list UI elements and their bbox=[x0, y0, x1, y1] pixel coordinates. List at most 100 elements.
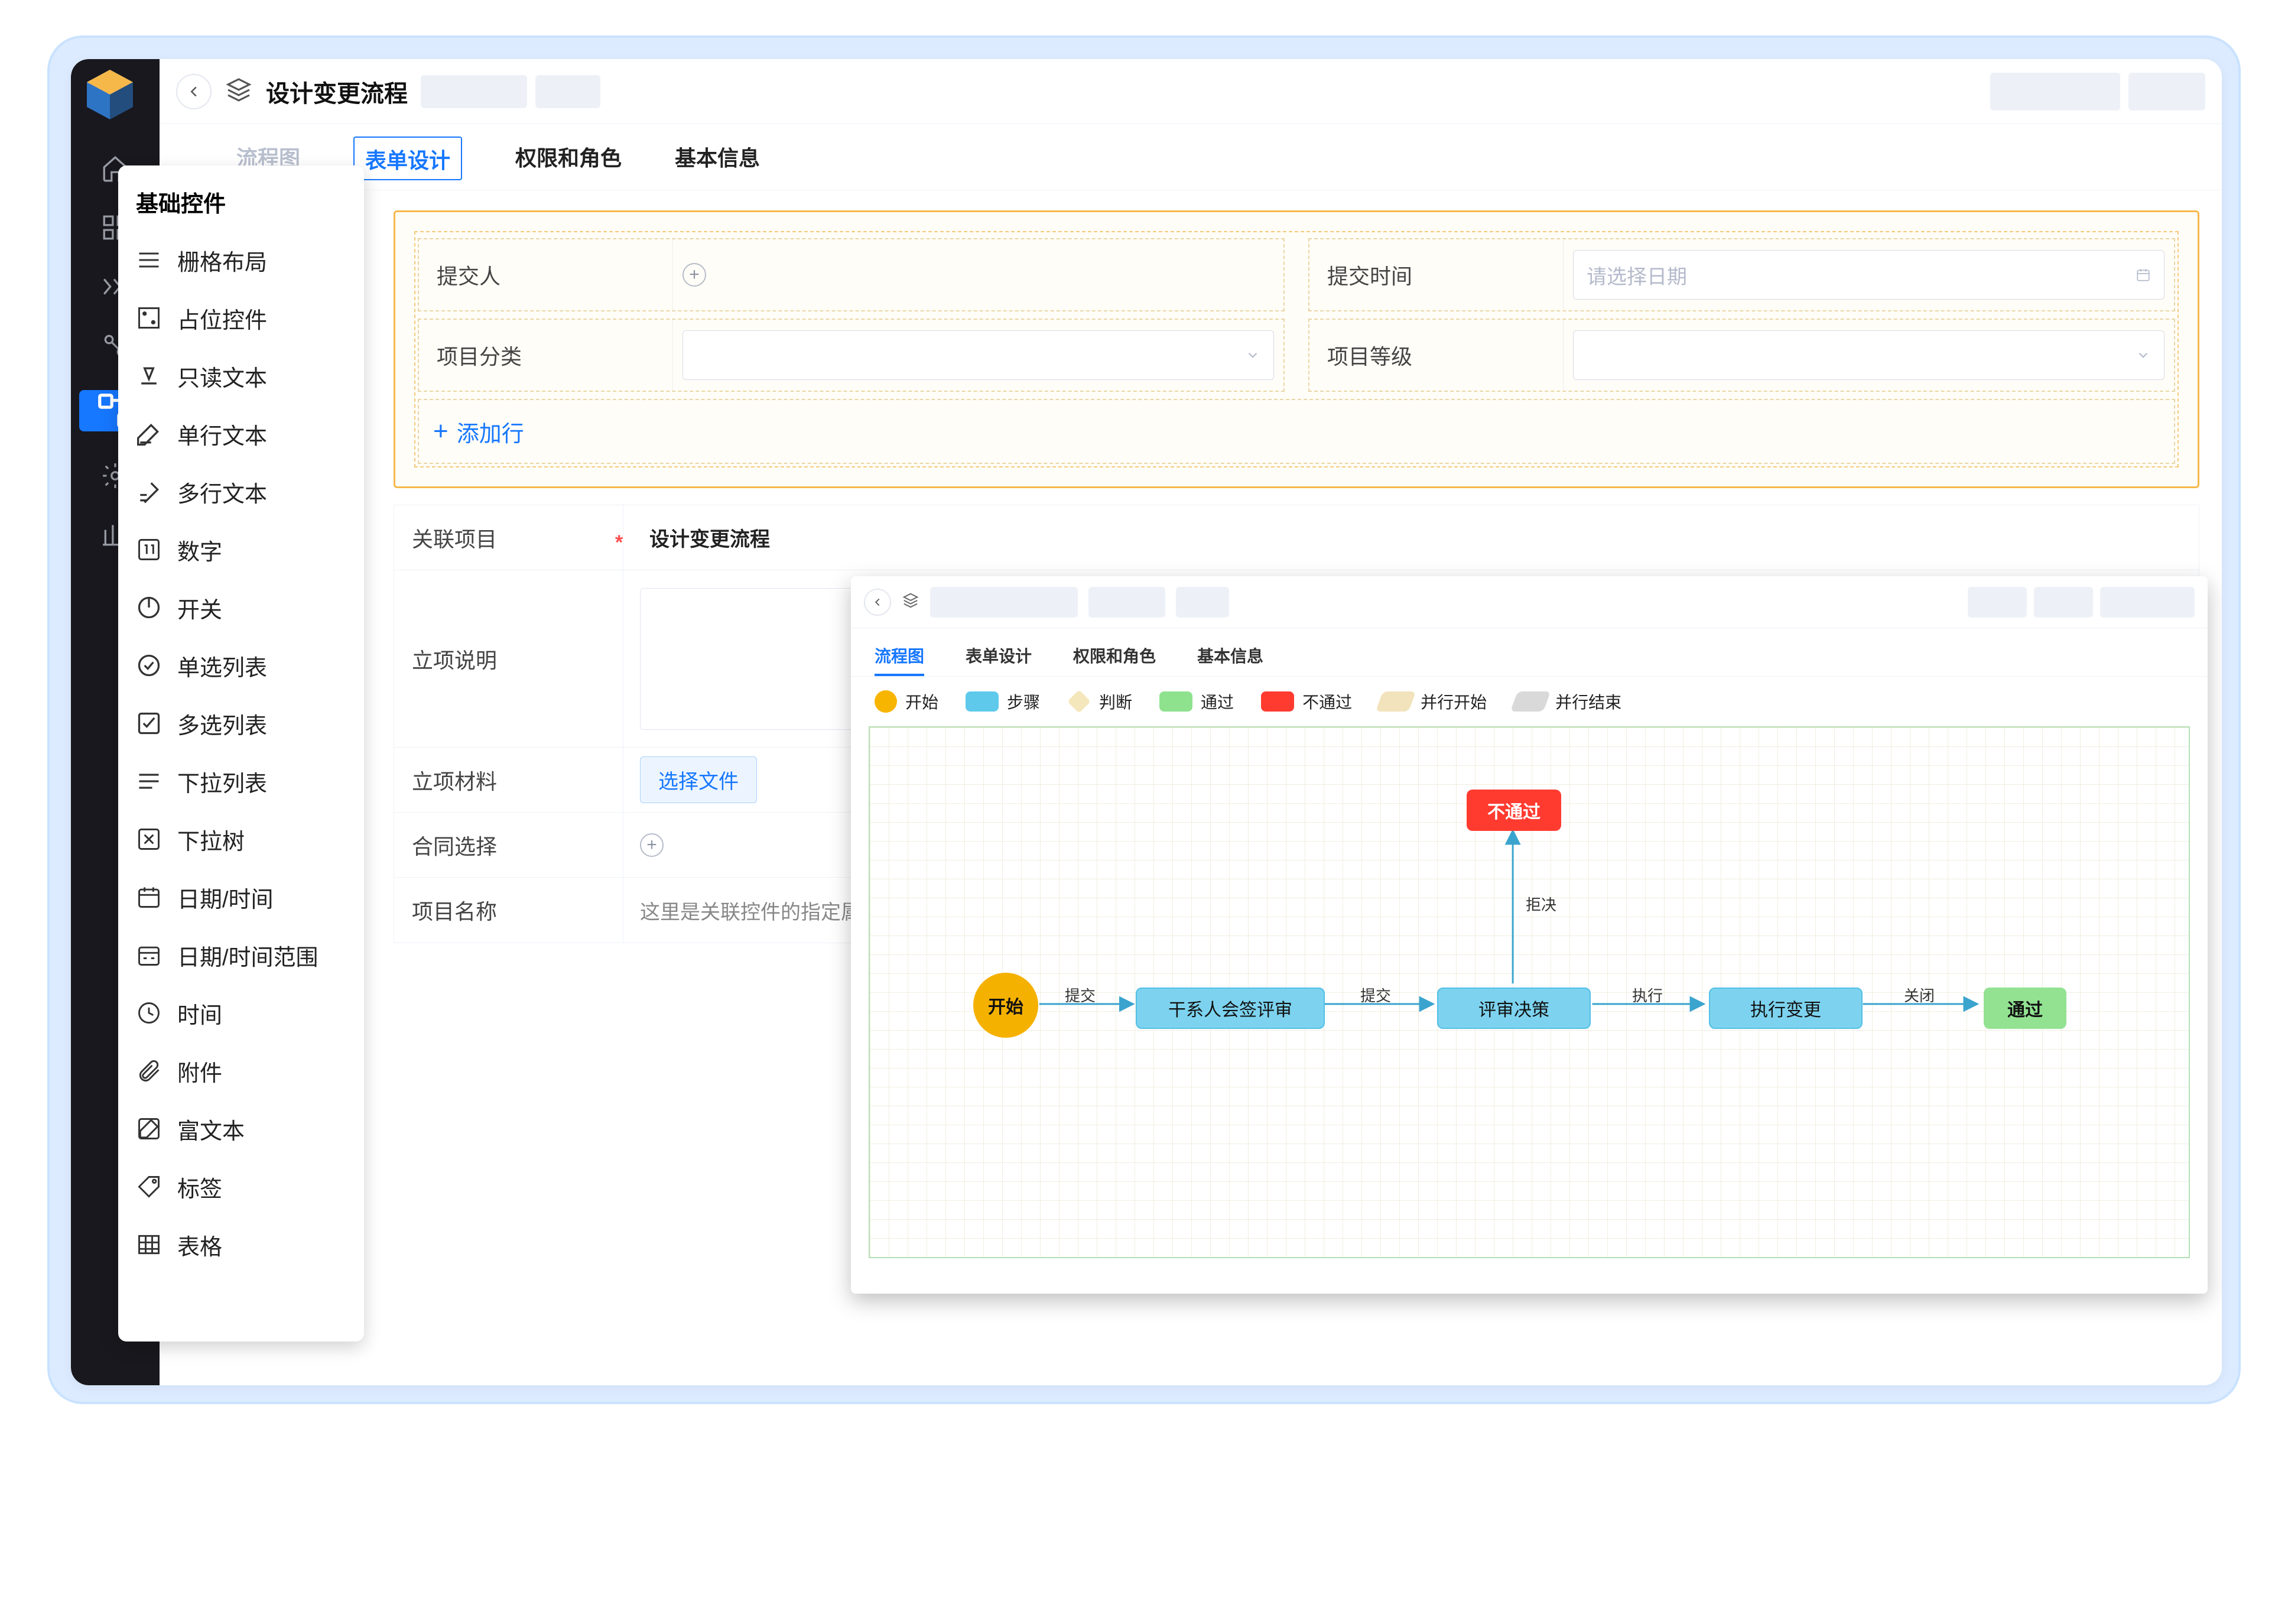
legend-label: 步骤 bbox=[1007, 690, 1040, 713]
time-icon bbox=[136, 1000, 162, 1026]
flow-action-1[interactable] bbox=[1968, 587, 2027, 618]
cell-label: 项目分类 bbox=[419, 320, 673, 391]
palette-label: 附件 bbox=[177, 1055, 222, 1087]
calendar-icon bbox=[2136, 267, 2151, 282]
palette-radio[interactable]: 单选列表 bbox=[118, 636, 364, 694]
node-step2[interactable]: 评审决策 bbox=[1437, 988, 1591, 1029]
app-logo-icon bbox=[82, 66, 138, 123]
add-icon[interactable]: + bbox=[640, 833, 664, 857]
palette-checkbox[interactable]: 多选列表 bbox=[118, 694, 364, 752]
palette-tag[interactable]: 标签 bbox=[118, 1158, 364, 1216]
form-block: 提交人 + 提交时间 请选择日期 bbox=[394, 210, 2199, 488]
cell-submit-time: 提交时间 请选择日期 bbox=[1308, 238, 2175, 311]
required-icon: * bbox=[615, 531, 623, 554]
legend-judge-icon bbox=[1067, 690, 1091, 713]
legend-label: 并行开始 bbox=[1421, 690, 1487, 713]
workflow-icon bbox=[902, 592, 919, 612]
select-file-button[interactable]: 选择文件 bbox=[640, 756, 757, 803]
flow-tab-roles[interactable]: 权限和角色 bbox=[1073, 644, 1156, 676]
palette-label: 下拉列表 bbox=[177, 765, 267, 798]
palette-label: 日期/时间 bbox=[177, 881, 274, 914]
tab-basic-info[interactable]: 基本信息 bbox=[675, 141, 760, 190]
edge-label: 提交 bbox=[1360, 984, 1391, 1006]
table-icon bbox=[136, 1232, 162, 1258]
cell-label: 提交人 bbox=[419, 239, 673, 310]
workflow-icon bbox=[225, 76, 253, 107]
add-row-label: 添加行 bbox=[457, 415, 524, 448]
flow-tab-form[interactable]: 表单设计 bbox=[966, 644, 1032, 676]
date-picker[interactable]: 请选择日期 bbox=[1573, 250, 2164, 300]
palette-title: 基础控件 bbox=[118, 182, 364, 231]
chevron-down-icon bbox=[1245, 347, 1260, 363]
tab-roles[interactable]: 权限和角色 bbox=[515, 141, 622, 190]
select-level[interactable] bbox=[1573, 330, 2164, 380]
tag-icon bbox=[136, 1174, 162, 1200]
palette-multiline[interactable]: 多行文本 bbox=[118, 463, 364, 521]
header-pill-1 bbox=[421, 75, 527, 108]
add-row-button[interactable]: + 添加行 bbox=[418, 399, 2175, 464]
header-action-1[interactable] bbox=[1990, 73, 2120, 111]
legend-fail-icon bbox=[1261, 691, 1294, 712]
flow-tab-info[interactable]: 基本信息 bbox=[1197, 644, 1263, 676]
palette-readonly[interactable]: 只读文本 bbox=[118, 347, 364, 405]
palette-placeholder[interactable]: 占位控件 bbox=[118, 289, 364, 347]
back-button[interactable] bbox=[176, 74, 212, 109]
node-step3[interactable]: 执行变更 bbox=[1709, 988, 1863, 1029]
node-fail[interactable]: 不通过 bbox=[1467, 790, 1561, 831]
edge-label: 执行 bbox=[1632, 984, 1663, 1006]
palette-label: 占位控件 bbox=[177, 302, 267, 334]
palette-label: 日期/时间范围 bbox=[177, 939, 318, 972]
palette-label: 表格 bbox=[177, 1229, 222, 1261]
page-title: 设计变更流程 bbox=[266, 74, 408, 109]
palette-dropdown[interactable]: 下拉列表 bbox=[118, 752, 364, 810]
palette-daterange[interactable]: 日期/时间范围 bbox=[118, 926, 364, 984]
legend-pend-icon bbox=[1510, 691, 1551, 712]
header-action-2[interactable] bbox=[2128, 73, 2205, 111]
flow-window-header bbox=[851, 576, 2208, 628]
legend-start-icon bbox=[875, 690, 897, 713]
edge-label: 拒决 bbox=[1526, 893, 1556, 915]
flow-canvas[interactable]: 开始 干系人会签评审 评审决策 执行变更 通过 不通过 提交 提交 执行 关闭 … bbox=[869, 726, 2190, 1258]
palette-tree[interactable]: 下拉树 bbox=[118, 810, 364, 868]
row-value: 设计变更流程 bbox=[649, 523, 770, 552]
palette-number[interactable]: 数字 bbox=[118, 521, 364, 579]
flow-action-3[interactable] bbox=[2100, 587, 2195, 618]
flow-action-2[interactable] bbox=[2034, 587, 2093, 618]
placeholder-icon bbox=[136, 305, 162, 331]
legend-label: 开始 bbox=[905, 690, 938, 713]
palette-table[interactable]: 表格 bbox=[118, 1216, 364, 1274]
palette-label: 栅格布局 bbox=[177, 244, 267, 277]
plus-icon: + bbox=[433, 418, 448, 444]
palette-label: 数字 bbox=[177, 534, 222, 566]
palette-rich[interactable]: 富文本 bbox=[118, 1100, 364, 1158]
row-label: 合同选择 bbox=[394, 813, 623, 877]
cell-label: 项目等级 bbox=[1309, 320, 1564, 391]
row-label: 关联项目 bbox=[394, 505, 623, 570]
flow-header-pill-2 bbox=[1088, 587, 1165, 618]
palette-label: 时间 bbox=[177, 997, 222, 1029]
attach-icon bbox=[136, 1058, 162, 1084]
row-label: 立项材料 bbox=[394, 748, 623, 812]
node-start[interactable]: 开始 bbox=[973, 973, 1038, 1038]
legend-label: 不通过 bbox=[1302, 690, 1352, 713]
tab-form-design[interactable]: 表单设计 bbox=[353, 137, 462, 180]
palette-attach[interactable]: 附件 bbox=[118, 1042, 364, 1100]
palette-label: 只读文本 bbox=[177, 360, 267, 392]
flow-tabs: 流程图 表单设计 权限和角色 基本信息 bbox=[851, 628, 2208, 677]
node-step1[interactable]: 干系人会签评审 bbox=[1136, 988, 1325, 1029]
legend-label: 判断 bbox=[1099, 690, 1132, 713]
node-pass[interactable]: 通过 bbox=[1984, 988, 2066, 1029]
legend-step-icon bbox=[966, 691, 999, 712]
palette-singleline[interactable]: 单行文本 bbox=[118, 405, 364, 463]
palette-switch[interactable]: 开关 bbox=[118, 579, 364, 636]
edge-label: 关闭 bbox=[1904, 984, 1935, 1006]
select-category[interactable] bbox=[682, 330, 1274, 380]
add-icon[interactable]: + bbox=[682, 263, 706, 287]
palette-time[interactable]: 时间 bbox=[118, 984, 364, 1042]
palette-datetime[interactable]: 日期/时间 bbox=[118, 868, 364, 926]
palette-grid[interactable]: 栅格布局 bbox=[118, 231, 364, 289]
flow-tab-flowchart[interactable]: 流程图 bbox=[875, 644, 924, 676]
back-button[interactable] bbox=[864, 589, 891, 616]
header-actions bbox=[1990, 73, 2205, 111]
flow-header-pill-1 bbox=[930, 587, 1078, 618]
